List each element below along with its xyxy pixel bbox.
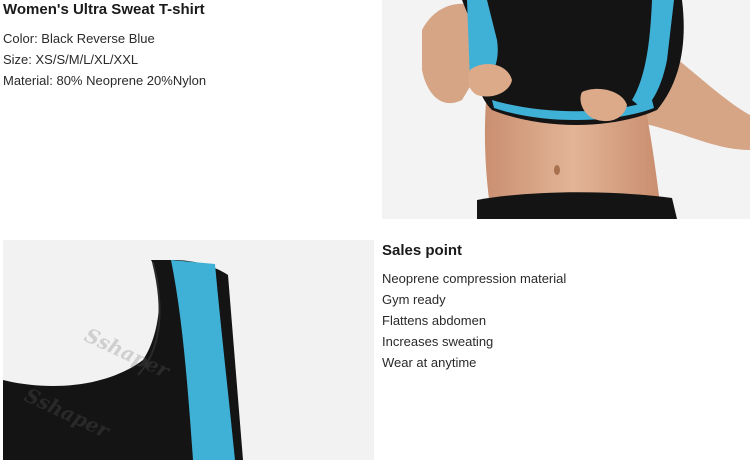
sales-point-heading: Sales point [382, 242, 463, 259]
list-item: Gym ready [382, 292, 446, 307]
spec-color: Color: Black Reverse Blue [3, 31, 155, 46]
sales-point-list: Neoprene compression material Gym ready … [382, 270, 566, 375]
spec-size: Size: XS/S/M/L/XL/XXL [3, 52, 139, 67]
list-item: Flattens abdomen [382, 313, 487, 328]
model-wearing-vest-icon [382, 0, 750, 219]
list-item: Wear at anytime [382, 355, 477, 370]
product-title: Women's Ultra Sweat T-shirt [3, 1, 205, 18]
model-photo [382, 0, 750, 219]
shoulder-strap-closeup-icon: Sshaper Sshaper [3, 240, 374, 460]
spec-material: Material: 80% Neoprene 20%Nylon [3, 73, 207, 88]
list-item: Increases sweating [382, 334, 494, 349]
list-item: Neoprene compression material [382, 271, 567, 286]
strap-closeup-photo: Sshaper Sshaper [3, 240, 374, 460]
